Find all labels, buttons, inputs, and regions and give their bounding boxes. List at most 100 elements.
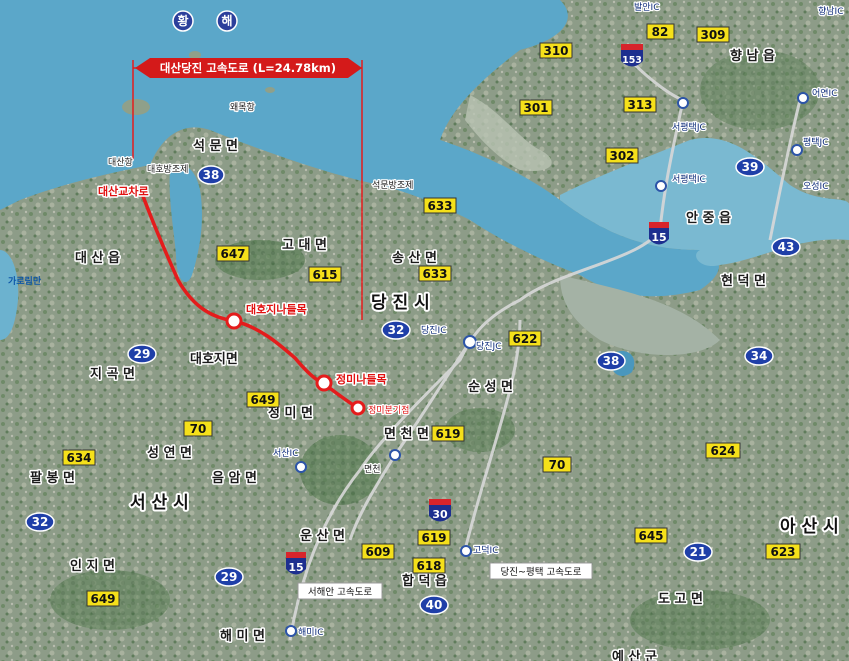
provincial-route-number: 70 [190, 422, 207, 436]
provincial-route-number: 609 [365, 545, 390, 559]
national-route-number: 40 [426, 598, 443, 612]
provincial-route-sign: 649 [246, 391, 280, 408]
national-route-number: 39 [742, 160, 759, 174]
provincial-route-sign: 634 [62, 449, 96, 466]
ic-label: 고덕IC [473, 545, 499, 556]
provincial-route-number: 633 [422, 267, 447, 281]
place-label: 대 산 읍 [75, 250, 120, 266]
note-text: 서해안 고속도로 [308, 586, 372, 598]
station-marker [350, 400, 366, 416]
provincial-route-number: 619 [435, 427, 460, 441]
national-route-shield: 39 [735, 157, 765, 177]
ic-label: 평택JC [803, 137, 829, 148]
national-route-shield: 29 [214, 567, 244, 587]
expressway-number: 15 [288, 561, 303, 574]
station-label: 정미분기점 [368, 404, 409, 416]
national-route-shield: 40 [419, 595, 449, 615]
island [122, 99, 150, 115]
sea-label-char: 해 [221, 14, 232, 28]
island [189, 51, 201, 59]
ic-marker [295, 461, 307, 473]
place-label: 고 대 면 [282, 237, 327, 253]
provincial-route-number: 618 [416, 559, 441, 573]
banner-label: 대산당진 고속도로 (L=24.78km) [160, 61, 336, 75]
provincial-route-number: 301 [523, 101, 548, 115]
place-label: 면 천 면 [384, 426, 429, 442]
expressway-shield: 153 [621, 44, 643, 67]
ic-label: 오성IC [803, 181, 829, 192]
island [265, 87, 275, 93]
provincial-route-sign: 622 [508, 330, 542, 347]
provincial-route-sign: 313 [623, 96, 657, 113]
provincial-route-number: 619 [421, 531, 446, 545]
provincial-route-number: 649 [90, 592, 115, 606]
ic-marker [285, 625, 297, 637]
national-route-number: 32 [32, 515, 49, 529]
provincial-route-sign: 623 [765, 543, 801, 560]
ic-marker [677, 97, 689, 109]
station-label: 대호지나들목 [246, 302, 307, 316]
expressway-shield: 30 [429, 499, 451, 522]
expressway-shield: 15 [286, 552, 306, 575]
station-marker [225, 312, 243, 330]
place-label: 인 지 면 [70, 558, 115, 574]
place-label: 안 중 읍 [686, 210, 731, 226]
ic-label: 발안IC [634, 2, 660, 13]
place-label: 당 진 시 [371, 293, 430, 313]
ic-label: 당진IC [421, 325, 447, 336]
ic-label: 어연IC [812, 88, 838, 99]
provincial-route-number: 623 [770, 545, 795, 559]
national-route-number: 43 [778, 240, 795, 254]
place-label: 예 산 군 [612, 649, 657, 661]
place-label: 음 암 면 [212, 470, 257, 486]
provincial-route-number: 622 [512, 332, 537, 346]
ic-label: 서산IC [273, 448, 299, 459]
provincial-route-number: 302 [609, 149, 634, 163]
water-label: 가로림만 [8, 275, 42, 287]
ic-label: 서평택JC [672, 122, 706, 133]
national-route-number: 21 [690, 545, 707, 559]
national-route-shield: 21 [683, 542, 713, 562]
national-route-shield: 29 [127, 344, 157, 364]
small-label: 왜목항 [230, 102, 255, 113]
place-label: 도 고 면 [658, 591, 703, 607]
provincial-route-number: 624 [710, 444, 735, 458]
national-route-number: 38 [203, 168, 220, 182]
ic-label: 해미IC [298, 627, 324, 638]
national-route-number: 38 [603, 354, 620, 368]
national-route-number: 29 [221, 570, 238, 584]
provincial-route-sign: 309 [696, 26, 730, 43]
ic-marker [389, 449, 401, 461]
expressway-number: 153 [622, 55, 642, 66]
place-label: 해 미 면 [220, 628, 265, 644]
place-label: 향 남 읍 [730, 48, 775, 64]
provincial-route-sign: 633 [418, 265, 452, 282]
provincial-route-number: 634 [66, 451, 91, 465]
national-route-number: 29 [134, 347, 151, 361]
place-label: 운 산 면 [300, 528, 345, 544]
small-label: 대산항 [108, 157, 133, 168]
place-label: 합 덕 읍 [402, 573, 447, 589]
station-label: 정미나들목 [336, 372, 387, 386]
note-text: 당진~평택 고속도로 [501, 567, 582, 578]
national-route-shield: 38 [197, 165, 225, 185]
national-route-shield: 32 [381, 320, 411, 340]
start-label: 대산교차로 [98, 184, 149, 198]
provincial-route-sign: 619 [417, 529, 451, 546]
ic-marker [463, 335, 477, 349]
place-label: 석 문 면 [193, 138, 238, 154]
provincial-route-sign: 645 [634, 527, 668, 544]
provincial-route-sign: 310 [539, 42, 573, 59]
provincial-route-number: 615 [312, 268, 337, 282]
provincial-route-sign: 649 [86, 590, 120, 607]
national-route-shield: 38 [596, 351, 626, 371]
place-label: 아 산 시 [780, 517, 839, 537]
place-label: 지 곡 면 [90, 366, 135, 382]
provincial-route-number: 82 [652, 25, 669, 39]
expressway-number: 15 [651, 231, 666, 244]
national-route-shield: 34 [744, 346, 774, 366]
provincial-route-sign: 615 [308, 266, 342, 283]
provincial-route-number: 70 [549, 458, 566, 472]
ic-marker [460, 545, 472, 557]
sea-label-char: 황 [177, 13, 188, 28]
